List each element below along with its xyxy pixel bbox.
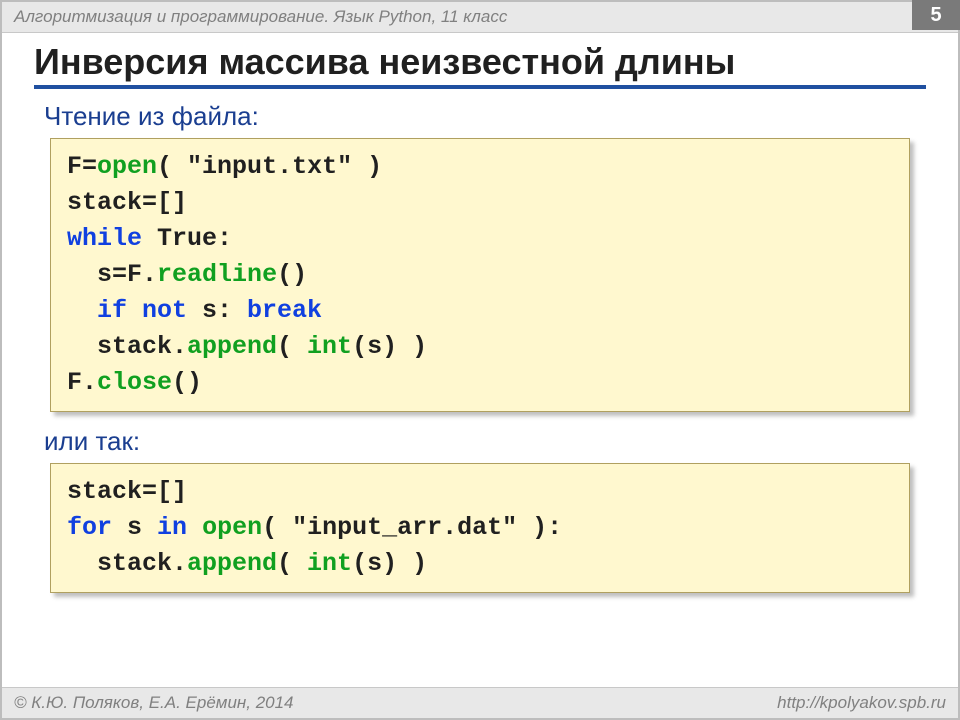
kw-int: int xyxy=(307,549,352,578)
slide-title: Инверсия массива неизвестной длины xyxy=(34,41,926,89)
kw-in: in xyxy=(157,513,187,542)
kw-break: break xyxy=(247,296,322,325)
caption-read-file: Чтение из файла: xyxy=(44,101,916,132)
code-block-1: F=open( "input.txt" ) stack=[] while Tru… xyxy=(50,138,910,412)
kw-close: close xyxy=(97,368,172,397)
slide-body: Чтение из файла: F=open( "input.txt" ) s… xyxy=(2,89,958,593)
code-block-2: stack=[] for s in open( "input_arr.dat" … xyxy=(50,463,910,593)
footer-copyright: © К.Ю. Поляков, Е.А. Ерёмин, 2014 xyxy=(14,693,777,713)
page-number: 5 xyxy=(912,0,960,30)
kw-readline: readline xyxy=(157,260,277,289)
kw-open: open xyxy=(202,513,262,542)
footer-bar: © К.Ю. Поляков, Е.А. Ерёмин, 2014 http:/… xyxy=(2,687,958,718)
kw-open: open xyxy=(97,152,157,181)
course-title: Алгоритмизация и программирование. Язык … xyxy=(14,7,946,27)
code-text: F xyxy=(67,152,82,181)
footer-url: http://kpolyakov.spb.ru xyxy=(777,693,946,713)
kw-while: while xyxy=(67,224,142,253)
caption-or-so: или так: xyxy=(44,426,916,457)
kw-append: append xyxy=(187,332,277,361)
header-bar: Алгоритмизация и программирование. Язык … xyxy=(2,2,958,33)
kw-for: for xyxy=(67,513,112,542)
kw-int: int xyxy=(307,332,352,361)
slide: Алгоритмизация и программирование. Язык … xyxy=(0,0,960,720)
kw-append: append xyxy=(187,549,277,578)
kw-if-not: if not xyxy=(97,296,187,325)
